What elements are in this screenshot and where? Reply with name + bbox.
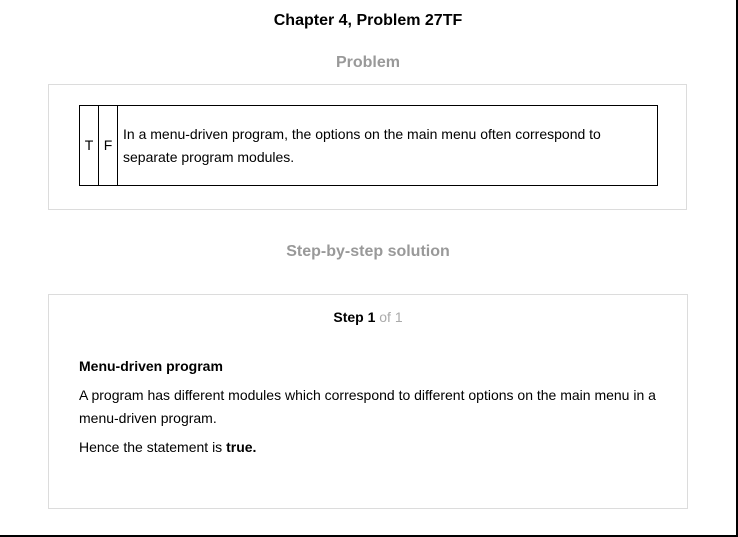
solution-body: Menu-driven program A program has differ… [79,355,669,465]
true-false-question-table: T F In a menu-driven program, the option… [79,105,658,186]
step-count: of 1 [379,309,403,325]
question-text: In a menu-driven program, the options on… [123,126,601,165]
step-label: Step 1 [333,309,376,325]
conclusion-answer: true. [226,439,257,455]
solution-subheading: Menu-driven program [79,358,223,374]
problem-heading: Problem [335,54,400,71]
problem-panel: T F In a menu-driven program, the option… [48,84,687,210]
page: Chapter 4, Problem 27TF Problem T F In a… [0,0,738,537]
solution-heading: Step-by-step solution [286,243,450,260]
step-header: Step 1 of 1 [49,308,687,326]
solution-conclusion: Hence the statement is true. [79,436,669,459]
conclusion-prefix: Hence the statement is [79,439,223,455]
chapter-title: Chapter 4, Problem 27TF [273,12,463,29]
true-option: T [80,106,99,185]
false-option: F [99,106,118,185]
solution-panel: Step 1 of 1 Menu-driven program A progra… [48,294,688,509]
solution-paragraph: A program has different modules which co… [79,387,656,426]
